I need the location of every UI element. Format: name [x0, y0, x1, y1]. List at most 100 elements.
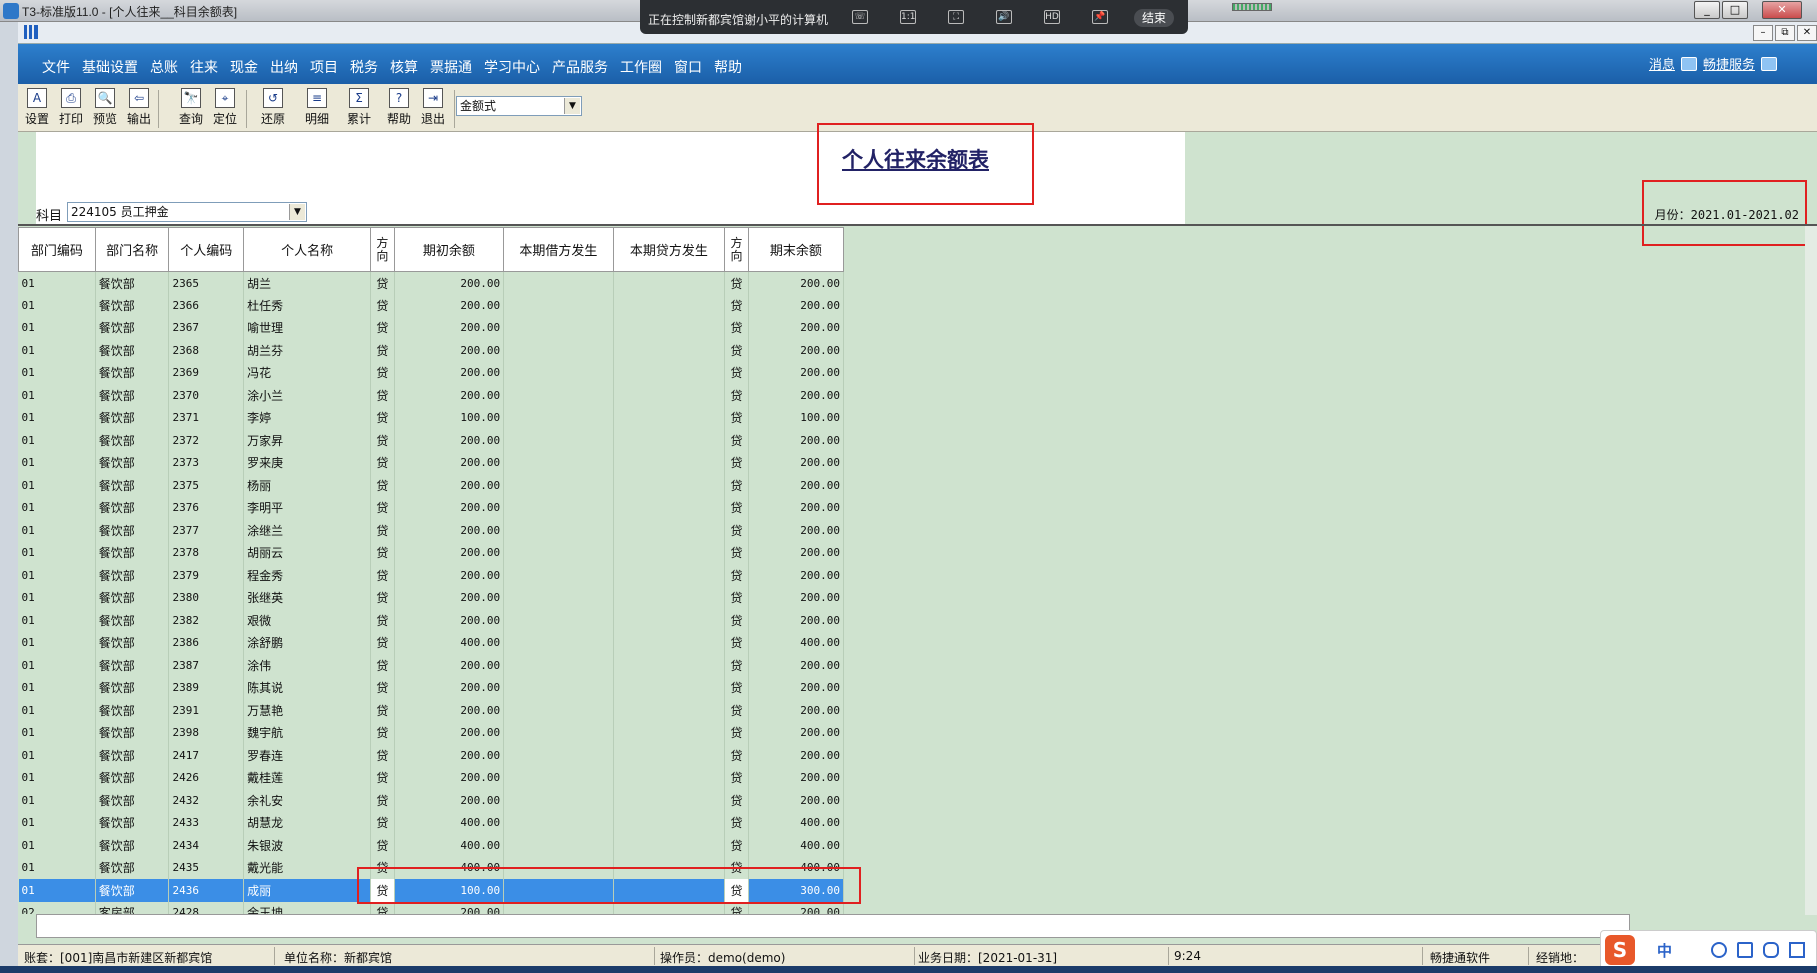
- table-cell[interactable]: 贷: [724, 609, 749, 632]
- table-cell[interactable]: [503, 451, 614, 474]
- table-row[interactable]: 01 餐饮部 2368 胡兰芬贷 200.00 贷 200.00: [18, 339, 844, 362]
- table-cell[interactable]: [503, 474, 614, 497]
- table-cell[interactable]: 贷: [724, 789, 749, 812]
- subject-select[interactable]: 224105 员工押金 ▼: [67, 202, 307, 222]
- table-cell[interactable]: 李婷: [243, 406, 372, 429]
- table-cell[interactable]: 01: [18, 699, 96, 722]
- menu-item-2[interactable]: 总账: [144, 57, 184, 77]
- table-cell[interactable]: 贷: [724, 586, 749, 609]
- table-cell[interactable]: 餐饮部: [95, 766, 170, 789]
- table-cell[interactable]: [503, 541, 614, 564]
- table-cell[interactable]: 200.00: [394, 316, 505, 339]
- column-header[interactable]: 部门名称: [94, 227, 170, 272]
- table-row[interactable]: 01 餐饮部 2377 涂继兰贷 200.00 贷 200.00: [18, 519, 844, 542]
- table-cell[interactable]: 杜任秀: [243, 294, 372, 317]
- table-cell[interactable]: 2379: [168, 564, 245, 587]
- menu-item-14[interactable]: 帮助: [708, 57, 748, 77]
- table-cell[interactable]: 成丽: [243, 879, 372, 902]
- table-row[interactable]: 01 餐饮部 2391 万慧艳贷 200.00 贷 200.00: [18, 699, 844, 722]
- messages-link[interactable]: 消息: [1649, 54, 1675, 73]
- table-cell[interactable]: 罗来庚: [243, 451, 372, 474]
- table-row[interactable]: 01 餐饮部 2376 李明平贷 200.00 贷 200.00: [18, 496, 844, 519]
- table-cell[interactable]: 餐饮部: [95, 384, 170, 407]
- table-cell[interactable]: 200.00: [394, 721, 505, 744]
- table-cell[interactable]: 200.00: [394, 744, 505, 767]
- help-button[interactable]: ? 帮助: [384, 88, 414, 130]
- table-cell[interactable]: 2372: [168, 429, 245, 452]
- table-cell[interactable]: 2369: [168, 361, 245, 384]
- table-cell[interactable]: 贷: [370, 384, 395, 407]
- table-cell[interactable]: 涂舒鹏: [243, 631, 372, 654]
- table-row[interactable]: 01 餐饮部 2434 朱银波贷 400.00 贷 400.00: [18, 834, 844, 857]
- table-cell[interactable]: 2366: [168, 294, 245, 317]
- table-cell[interactable]: [503, 631, 614, 654]
- table-cell[interactable]: [613, 789, 726, 812]
- table-row[interactable]: 01 餐饮部 2426 戴桂莲贷 200.00 贷 200.00: [18, 766, 844, 789]
- table-cell[interactable]: 喻世理: [243, 316, 372, 339]
- table-cell[interactable]: 200.00: [748, 451, 844, 474]
- table-cell[interactable]: 200.00: [748, 654, 844, 677]
- table-cell[interactable]: 200.00: [748, 429, 844, 452]
- table-cell[interactable]: [613, 496, 726, 519]
- table-cell[interactable]: 200.00: [394, 271, 505, 294]
- table-row[interactable]: 01 餐饮部 2433 胡慧龙贷 400.00 贷 400.00: [18, 811, 844, 834]
- table-cell[interactable]: 贷: [724, 766, 749, 789]
- table-cell[interactable]: 200.00: [394, 541, 505, 564]
- table-cell[interactable]: [503, 294, 614, 317]
- table-cell[interactable]: 01: [18, 406, 96, 429]
- table-cell[interactable]: [613, 834, 726, 857]
- table-cell[interactable]: 200.00: [394, 361, 505, 384]
- menu-item-7[interactable]: 税务: [344, 57, 384, 77]
- table-cell[interactable]: 100.00: [394, 406, 505, 429]
- table-cell[interactable]: 餐饮部: [95, 406, 170, 429]
- table-cell[interactable]: [613, 609, 726, 632]
- table-cell[interactable]: 01: [18, 744, 96, 767]
- table-cell[interactable]: 贷: [724, 834, 749, 857]
- table-cell[interactable]: 胡兰芬: [243, 339, 372, 362]
- table-cell[interactable]: 200.00: [394, 676, 505, 699]
- table-cell[interactable]: 贷: [370, 744, 395, 767]
- table-cell[interactable]: 朱银波: [243, 834, 372, 857]
- table-cell[interactable]: 200.00: [748, 361, 844, 384]
- table-cell[interactable]: 贷: [724, 406, 749, 429]
- table-cell[interactable]: 贷: [724, 699, 749, 722]
- menu-item-1[interactable]: 基础设置: [76, 57, 144, 77]
- table-cell[interactable]: [613, 564, 726, 587]
- table-cell[interactable]: 2389: [168, 676, 245, 699]
- table-cell[interactable]: 餐饮部: [95, 654, 170, 677]
- table-row[interactable]: 01 餐饮部 2389 陈其说贷 200.00 贷 200.00: [18, 676, 844, 699]
- table-cell[interactable]: 01: [18, 721, 96, 744]
- table-cell[interactable]: 01: [18, 474, 96, 497]
- table-cell[interactable]: [503, 564, 614, 587]
- table-cell[interactable]: 贷: [370, 609, 395, 632]
- table-cell[interactable]: 02: [18, 901, 96, 914]
- table-cell[interactable]: [613, 586, 726, 609]
- table-cell[interactable]: [613, 451, 726, 474]
- table-cell[interactable]: 200.00: [748, 271, 844, 294]
- table-cell[interactable]: 贷: [724, 676, 749, 699]
- table-cell[interactable]: 200.00: [394, 451, 505, 474]
- table-cell[interactable]: 400.00: [394, 631, 505, 654]
- print-button[interactable]: ⎙ 打印: [56, 88, 86, 130]
- table-cell[interactable]: [613, 811, 726, 834]
- table-cell[interactable]: 01: [18, 496, 96, 519]
- table-cell[interactable]: 2380: [168, 586, 245, 609]
- maximize-button[interactable]: □: [1722, 1, 1748, 19]
- column-header[interactable]: 个人编码: [168, 227, 245, 272]
- table-cell[interactable]: 餐饮部: [95, 879, 170, 902]
- table-cell[interactable]: 400.00: [394, 811, 505, 834]
- table-cell[interactable]: [503, 429, 614, 452]
- table-cell[interactable]: 餐饮部: [95, 744, 170, 767]
- table-cell[interactable]: 胡丽云: [243, 541, 372, 564]
- table-cell[interactable]: 贷: [724, 429, 749, 452]
- menu-item-11[interactable]: 产品服务: [546, 57, 614, 77]
- table-cell[interactable]: 艰微: [243, 609, 372, 632]
- table-cell[interactable]: 贷: [370, 406, 395, 429]
- table-cell[interactable]: [613, 519, 726, 542]
- table-cell[interactable]: 2376: [168, 496, 245, 519]
- table-cell[interactable]: [613, 654, 726, 677]
- table-cell[interactable]: 01: [18, 586, 96, 609]
- exit-button[interactable]: ⇥ 退出: [418, 88, 448, 130]
- table-cell[interactable]: [613, 676, 726, 699]
- table-cell[interactable]: 200.00: [748, 384, 844, 407]
